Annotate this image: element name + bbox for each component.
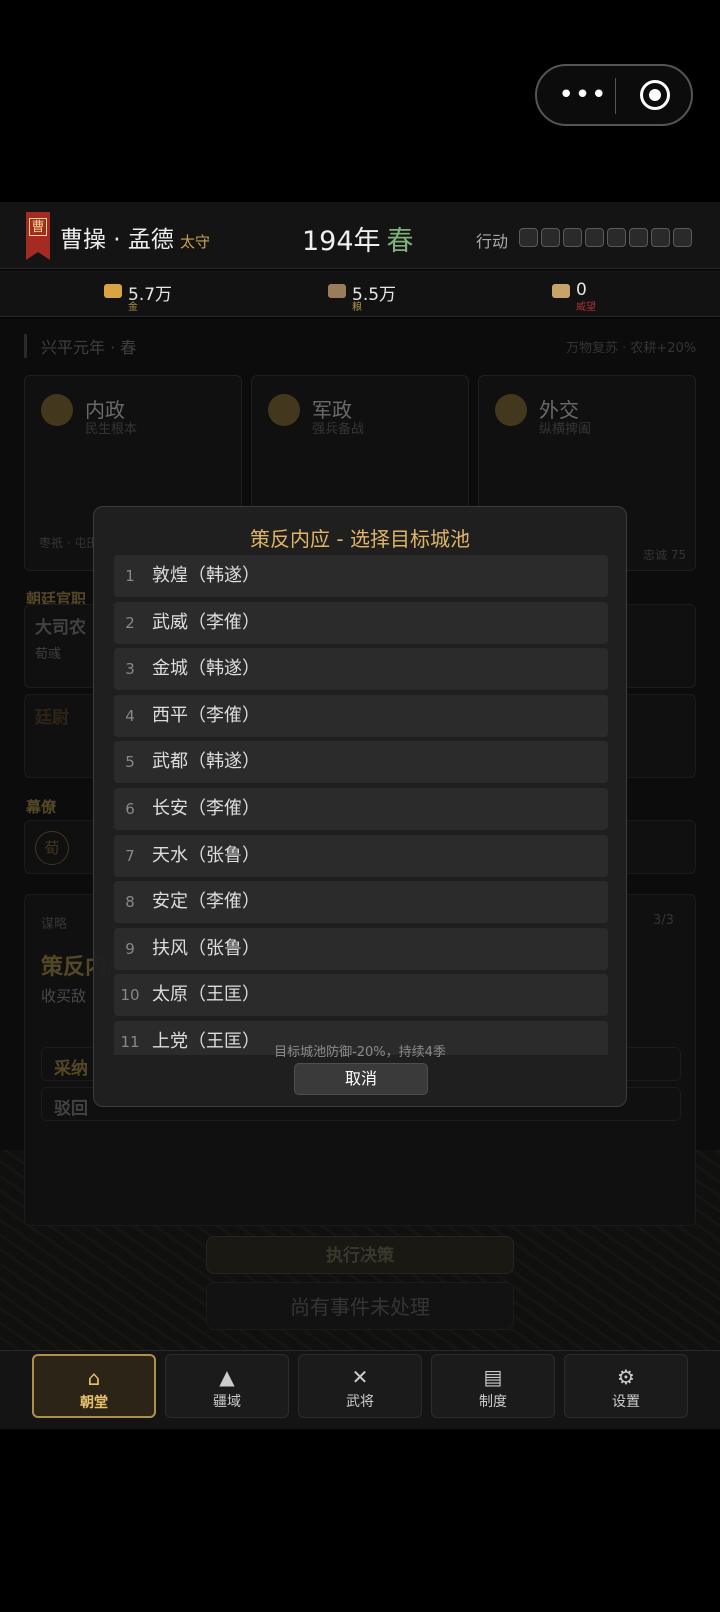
tab-label: 设置 <box>612 1394 640 1410</box>
city-name: 武都（韩遂） <box>152 751 260 773</box>
tab-territory[interactable]: ▲ 疆域 <box>165 1354 289 1418</box>
tab-label: 朝堂 <box>80 1395 108 1411</box>
year-label: 194年 <box>302 226 381 257</box>
dialog-hint: 目标城池防御-20%，持续4季 <box>274 1045 446 1060</box>
ruler-label: 曹操 · 孟德 <box>60 227 174 253</box>
action-point-pip <box>585 228 604 247</box>
city-option[interactable]: 3 金城（韩遂） <box>114 648 608 691</box>
target-city-dialog: 策反内应 - 选择目标城池 1 敦煌（韩遂） 2 武威（李傕） 3 金城（韩遂） 4 西平（李… <box>93 506 627 1107</box>
city-index: 2 <box>125 613 135 632</box>
season-label: 春 <box>386 226 414 257</box>
action-point-pip <box>563 228 582 247</box>
tab-label: 武将 <box>346 1394 374 1410</box>
palace-icon: ⌂ <box>87 1366 101 1390</box>
city-name: 太原（王匡） <box>152 984 260 1006</box>
resource-label: 金 <box>128 302 138 313</box>
city-index: 3 <box>125 660 135 679</box>
action-point-pip <box>607 228 626 247</box>
ruler-rank: 太守 <box>179 233 210 251</box>
tab-label: 制度 <box>479 1394 507 1410</box>
resource-value: 0 <box>576 280 587 300</box>
action-point-pip <box>519 228 538 247</box>
dialog-title: 策反内应 - 选择目标城池 <box>250 527 470 551</box>
city-option[interactable]: 8 安定（李傕） <box>114 881 608 924</box>
city-name: 扶风（张鲁） <box>152 937 260 959</box>
city-name: 西平（李傕） <box>152 704 260 726</box>
granary-icon <box>328 284 346 298</box>
city-option[interactable]: 6 长安（李傕） <box>114 788 608 830</box>
city-index: 7 <box>125 846 135 865</box>
action-point-pip <box>651 228 670 247</box>
action-label: 行动 <box>476 232 509 251</box>
city-index: 1 <box>125 567 135 585</box>
city-option[interactable]: 5 武都（韩遂） <box>114 741 608 784</box>
crossed-swords-icon: ✕ <box>351 1365 369 1389</box>
tab-settings[interactable]: ⚙ 设置 <box>564 1354 688 1418</box>
capsule-divider <box>615 78 616 114</box>
cancel-button[interactable]: 取消 <box>294 1063 428 1095</box>
tab-system[interactable]: ▤ 制度 <box>431 1354 555 1418</box>
city-index: 8 <box>125 893 135 912</box>
city-name: 敦煌（韩遂） <box>152 565 260 586</box>
action-point-pip <box>541 228 560 247</box>
city-option[interactable]: 9 扶风（张鲁） <box>114 927 608 970</box>
more-dots-icon[interactable]: ••• <box>557 80 609 110</box>
city-option[interactable]: 10 太原（王匡） <box>114 974 608 1017</box>
war-horse-icon <box>552 284 570 298</box>
city-index: 9 <box>125 939 135 958</box>
faction-banner-icon: 曹 <box>26 212 50 260</box>
tab-label: 疆域 <box>213 1394 241 1410</box>
city-option[interactable]: 7 天水（张鲁） <box>114 834 608 877</box>
scroll-icon: ▤ <box>483 1365 503 1389</box>
mountain-icon: ▲ <box>219 1365 235 1389</box>
city-list[interactable]: 1 敦煌（韩遂） 2 武威（李傕） 3 金城（韩遂） 4 西平（李傕） 5 武都（韩遂） 6 长安（李… <box>114 555 608 1055</box>
resource-label: 威望 <box>576 302 596 313</box>
city-name: 天水（张鲁） <box>152 844 260 866</box>
ruler-name: 曹操 · 孟德 太守 <box>60 220 210 254</box>
city-name: 金城（韩遂） <box>152 658 260 680</box>
banner-char: 曹 <box>29 218 47 236</box>
tab-court[interactable]: ⌂ 朝堂 <box>32 1354 156 1418</box>
action-points <box>519 228 692 248</box>
gear-icon: ⚙ <box>617 1365 635 1389</box>
resource-label: 粮 <box>352 302 362 313</box>
mini-program-capsule: ••• <box>535 64 693 126</box>
action-point-pip <box>629 228 648 247</box>
city-index: 5 <box>125 753 135 772</box>
city-name: 武威（李傕） <box>152 611 260 633</box>
city-index: 6 <box>125 800 135 818</box>
tab-generals[interactable]: ✕ 武将 <box>298 1354 422 1418</box>
city-option[interactable]: 2 武威（李傕） <box>114 601 608 644</box>
city-name: 长安（李傕） <box>152 798 260 819</box>
city-option[interactable]: 4 西平（李傕） <box>114 694 608 737</box>
city-name: 安定（李傕） <box>152 891 260 913</box>
action-point-pip <box>673 228 692 247</box>
city-option[interactable]: 1 敦煌（韩遂） <box>114 555 608 597</box>
city-index: 10 <box>120 986 140 1005</box>
game-year: 194年春 <box>302 219 414 258</box>
gold-ingot-icon <box>104 284 122 298</box>
target-circle-icon[interactable] <box>640 80 670 110</box>
city-index: 4 <box>125 706 135 725</box>
